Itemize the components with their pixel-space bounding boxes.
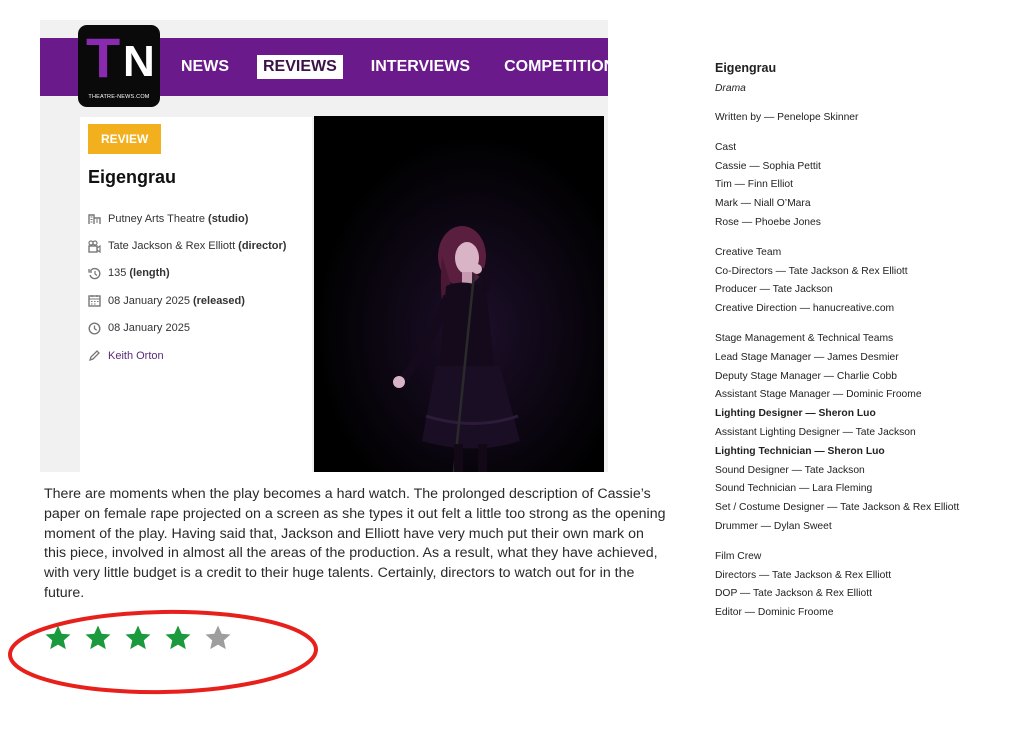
credit-line: Lighting Designer — Sheron Luo: [715, 408, 876, 420]
site-logo[interactable]: T N THEATRE-NEWS.COM: [78, 25, 160, 107]
performer-photo-illustration: [314, 116, 604, 472]
credit-line: Set / Costume Designer — Tate Jackson & …: [715, 502, 960, 514]
credit-line: Co-Directors — Tate Jackson & Rex Elliot…: [715, 265, 908, 277]
credit-line: Editor — Dominic Froome: [715, 607, 834, 619]
meta-qualifier: (studio): [208, 212, 249, 225]
show-meta-list: Putney Arts Theatre (studio) Tate Jackson …: [88, 205, 286, 369]
pencil-icon: [88, 350, 100, 362]
credits-sections: Written by — Penelope Skinner Cast Cassie …: [715, 109, 1015, 623]
credit-line: Lead Stage Manager — James Desmier: [715, 351, 899, 363]
nav-item-reviews[interactable]: REVIEWS: [257, 55, 343, 79]
credit-line: DOP — Tate Jackson & Rex Elliott: [715, 588, 872, 600]
logo-letter-t: T: [86, 26, 121, 89]
credit-line: Written by — Penelope Skinner: [715, 112, 859, 123]
credit-line: Cassie — Sophia Pettit: [715, 160, 821, 172]
nav-menu: NEWSREVIEWSINTERVIEWSCOMPETITIONST: [164, 38, 608, 96]
meta-row-0: Putney Arts Theatre (studio): [88, 205, 286, 232]
credit-line: Assistant Stage Manager — Dominic Froome: [715, 389, 922, 401]
credit-line: Rose — Phoebe Jones: [715, 216, 821, 228]
star-rating: [44, 624, 244, 652]
credits-title: Eigengrau: [715, 61, 777, 75]
meta-value: Tate Jackson & Rex Elliott: [108, 240, 236, 253]
meta-qualifier: (released): [192, 294, 245, 307]
star-filled-icon: [85, 625, 111, 650]
credit-line: Mark — Niall O’Mara: [715, 198, 811, 210]
building-icon: [88, 214, 101, 225]
star-filled-icon: [125, 625, 151, 650]
credits-section-gap: [715, 128, 1015, 139]
clock-icon: [88, 322, 101, 335]
meta-value: 08 January 2025: [108, 294, 190, 307]
calendar-icon: [88, 295, 101, 308]
star-empty-icon: [205, 625, 231, 650]
review-badge[interactable]: REVIEW: [88, 124, 162, 154]
credits-section-gap: [715, 537, 1015, 548]
credits-genre: Drama: [715, 83, 746, 94]
credits-section-heading: Cast: [715, 141, 737, 153]
credit-line: Tim — Finn Elliot: [715, 179, 794, 191]
credit-line: Deputy Stage Manager — Charlie Cobb: [715, 370, 898, 382]
length-clock-icon: [88, 267, 101, 280]
credits-section-heading: Film Crew: [715, 550, 762, 562]
meta-row-2: 135 (length): [88, 260, 286, 287]
credit-line: Sound Designer — Tate Jackson: [715, 464, 865, 476]
credits-section-heading: Stage Management & Technical Teams: [715, 332, 894, 344]
credit-line: Lighting Technician — Sheron Luo: [715, 445, 885, 457]
nav-item-competitions[interactable]: COMPETITIONS: [498, 55, 608, 79]
meta-value: 08 January 2025: [108, 322, 190, 335]
director-icon: [88, 239, 101, 253]
meta-qualifier: (length): [129, 267, 170, 280]
show-title: Eigengrau: [88, 167, 177, 187]
credits-section-heading: Creative Team: [715, 246, 782, 258]
review-paragraph: There are moments when the play becomes …: [44, 486, 666, 601]
meta-row-5[interactable]: Keith Orton: [88, 342, 286, 369]
star-filled-icon: [45, 625, 71, 650]
credit-line: Creative Direction — hanucreative.com: [715, 303, 895, 315]
nav-item-news[interactable]: NEWS: [175, 55, 235, 79]
credit-line: Directors — Tate Jackson & Rex Elliott: [715, 569, 892, 581]
credits-section-gap: [715, 319, 1015, 330]
production-photo: [314, 116, 604, 472]
credit-line: Producer — Tate Jackson: [715, 284, 833, 296]
review-info-card: REVIEW Eigengrau Putney Arts Theatre (stu…: [80, 117, 312, 472]
credit-line: Drummer — Dylan Sweet: [715, 520, 832, 532]
credits-panel: Eigengrau Drama Written by — Penelope Sk…: [715, 58, 1015, 623]
meta-row-1: Tate Jackson & Rex Elliott (director): [88, 232, 286, 259]
meta-row-4: 08 January 2025: [88, 315, 286, 342]
credit-line: Assistant Lighting Designer — Tate Jacks…: [715, 426, 916, 438]
credit-line: Sound Technician — Lara Fleming: [715, 483, 873, 495]
star-filled-icon: [165, 625, 191, 650]
meta-value: Putney Arts Theatre: [108, 212, 206, 225]
credits-spacer: [715, 98, 1015, 109]
nav-item-interviews[interactable]: INTERVIEWS: [365, 55, 476, 79]
logo-letter-n: N: [123, 37, 155, 86]
meta-row-3: 08 January 2025 (released): [88, 287, 286, 314]
meta-qualifier: (director): [238, 240, 287, 253]
credits-section-gap: [715, 233, 1015, 244]
logo-caption: THEATRE-NEWS.COM: [88, 94, 150, 100]
meta-value: 135: [108, 267, 127, 280]
rating-highlight-ellipse: [8, 609, 318, 695]
website-screenshot: NEWS REVIEWS INTERVIEWS COMPETITIONS T T N T…: [40, 20, 608, 472]
meta-value: Keith Orton: [108, 349, 164, 362]
